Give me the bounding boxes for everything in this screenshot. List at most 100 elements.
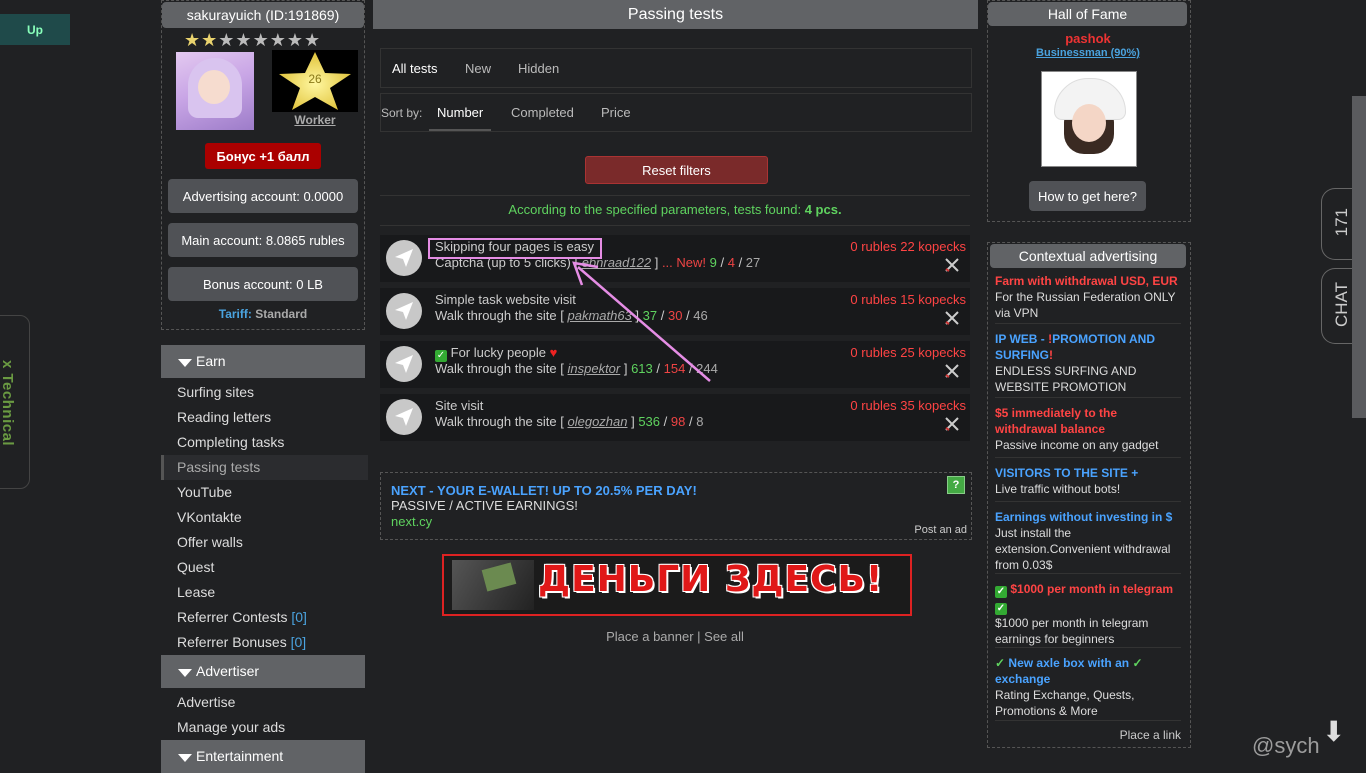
menu-item-reading-letters[interactable]: Reading letters	[161, 405, 365, 430]
banner-ad[interactable]: ДЕНЬГИ ЗДЕСЬ!	[442, 554, 912, 616]
checkmark-icon: ✓	[995, 656, 1006, 670]
test-type: Walk through the site	[435, 414, 557, 429]
context-ad-desc: $1000 per month in telegram earnings for…	[995, 616, 1149, 646]
hof-user-rank[interactable]: Businessman (90%)	[987, 47, 1189, 59]
star-icon: ★	[303, 30, 322, 50]
menu-item-count: [0]	[291, 609, 307, 625]
ad-link[interactable]: next.cy	[391, 514, 432, 529]
context-ad[interactable]: Farm with withdrawal USD, EUR For the Ru…	[995, 273, 1181, 321]
test-title: For lucky people	[450, 345, 547, 360]
how-to-get-here-button[interactable]: How to get here?	[1029, 181, 1146, 211]
ad-title[interactable]: NEXT - YOUR E-WALLET! UP TO 20.5% PER DA…	[391, 483, 697, 498]
tab-new[interactable]: New	[465, 61, 491, 76]
context-ad-title[interactable]: ✓ New axle box with an ✓ exchange	[995, 655, 1181, 687]
bonus-account-button[interactable]: Bonus account: 0 LB	[168, 267, 358, 301]
link-separator: |	[693, 629, 705, 644]
menu-item-offer-walls[interactable]: Offer walls	[161, 530, 365, 555]
menu-header-entertainment[interactable]: Entertainment	[161, 740, 365, 773]
menu-item-vkontakte[interactable]: VKontakte	[161, 505, 365, 530]
sort-completed[interactable]: Completed	[511, 105, 574, 120]
context-ad[interactable]: IP WEB - !PROMOTION AND SURFING! ENDLESS…	[995, 331, 1181, 395]
paper-plane-icon[interactable]	[386, 293, 422, 329]
context-ad-title[interactable]: Earnings without investing in $	[995, 509, 1181, 525]
menu-item-advertise[interactable]: Advertise	[161, 690, 365, 715]
place-banner-link[interactable]: Place a banner	[606, 629, 693, 644]
tab-all-tests[interactable]: All tests	[392, 61, 438, 76]
star-icon: ★	[184, 30, 202, 50]
post-ad-link[interactable]: Post an ad	[914, 524, 967, 536]
main-account-button[interactable]: Main account: 8.0865 rubles	[168, 223, 358, 257]
context-ad[interactable]: VISITORS TO THE SITE + Live traffic with…	[995, 465, 1181, 497]
context-ad[interactable]: ✓ New axle box with an ✓ exchange Rating…	[995, 655, 1181, 719]
divider	[995, 501, 1181, 502]
test-title[interactable]: Site visit	[435, 398, 483, 413]
divider	[380, 195, 970, 196]
sort-bar: Sort by: Number Completed Price	[380, 93, 972, 132]
context-ad-title[interactable]: ✓ $1000 per month in telegram ✓	[995, 581, 1181, 615]
context-ad[interactable]: Earnings without investing in $ Just ins…	[995, 509, 1181, 573]
menu-header-advertiser[interactable]: Advertiser	[161, 655, 365, 688]
context-ad-title[interactable]: VISITORS TO THE SITE +	[995, 465, 1181, 481]
menu-item-passing-tests[interactable]: Passing tests	[161, 455, 368, 480]
place-link[interactable]: Place a link	[995, 728, 1181, 742]
level-number: 26	[308, 72, 322, 86]
reset-filters-button[interactable]: Reset filters	[585, 156, 768, 184]
sort-price[interactable]: Price	[601, 105, 631, 120]
user-avatar[interactable]	[176, 52, 254, 130]
bonus-button[interactable]: Бонус +1 балл	[205, 143, 321, 169]
user-rating-stars: ★★★★★★★★	[184, 30, 321, 51]
level-name[interactable]: Worker	[272, 113, 358, 127]
menu-item-referrer-contests[interactable]: Referrer Contests [0]	[161, 605, 365, 630]
menu-item-referrer-bonuses[interactable]: Referrer Bonuses [0]	[161, 630, 365, 655]
context-ad-desc: Rating Exchange, Quests, Promotions & Mo…	[995, 688, 1135, 718]
menu-item-quest[interactable]: Quest	[161, 555, 365, 580]
hof-avatar[interactable]	[1041, 71, 1137, 167]
context-ad-desc: Passive income on any gadget	[995, 438, 1159, 452]
paper-plane-icon[interactable]	[386, 346, 422, 382]
context-ad-title[interactable]: $5 immediately to the withdrawal balance	[995, 405, 1181, 437]
tariff-value: Standard	[255, 307, 308, 321]
context-ad[interactable]: $5 immediately to the withdrawal balance…	[995, 405, 1181, 453]
paper-plane-icon[interactable]	[386, 240, 422, 276]
technical-tab[interactable]: x Technical	[0, 315, 30, 489]
test-author[interactable]: olegozhan	[567, 414, 627, 429]
test-title-wrap[interactable]: ✓ For lucky people ♥	[435, 345, 557, 362]
tab-hidden[interactable]: Hidden	[518, 61, 559, 76]
menu-item-youtube[interactable]: YouTube	[161, 480, 365, 505]
help-icon[interactable]: ?	[947, 476, 965, 494]
passed-count: 536	[638, 414, 661, 429]
arrow-down-icon: ⬇	[1322, 716, 1346, 747]
divider	[995, 647, 1181, 648]
menu-header-earn[interactable]: Earn	[161, 345, 365, 378]
hide-test-icon[interactable]	[944, 416, 960, 432]
sort-number[interactable]: Number	[437, 105, 483, 120]
context-ad-title[interactable]: IP WEB - !PROMOTION AND SURFING!	[995, 331, 1181, 363]
see-all-link[interactable]: See all	[704, 629, 744, 644]
hide-test-icon[interactable]	[944, 257, 960, 273]
menu-item-label: Referrer Contests	[177, 609, 288, 625]
menu-item-manage-ads[interactable]: Manage your ads	[161, 715, 365, 740]
test-price: 0 rubles 15 kopecks	[850, 292, 966, 307]
advertising-account-button[interactable]: Advertising account: 0.0000	[168, 179, 358, 213]
context-ad[interactable]: ✓ $1000 per month in telegram ✓ $1000 pe…	[995, 581, 1181, 647]
menu-item-lease[interactable]: Lease	[161, 580, 365, 605]
hide-test-icon[interactable]	[944, 363, 960, 379]
chevron-down-icon	[178, 359, 192, 367]
menu-item-completing-tasks[interactable]: Completing tasks	[161, 430, 365, 455]
menu-item-surfing-sites[interactable]: Surfing sites	[161, 380, 365, 405]
paper-plane-icon[interactable]	[386, 399, 422, 435]
divider	[995, 457, 1181, 458]
test-row[interactable]: Site visit Walk through the site [ olego…	[380, 394, 970, 441]
star-icon: ★	[286, 30, 304, 50]
scroll-up-button[interactable]: Up	[0, 14, 70, 45]
hide-test-icon[interactable]	[944, 310, 960, 326]
user-name[interactable]: sakurayuich (ID:191869)	[162, 2, 364, 28]
hof-user-name[interactable]: pashok	[987, 31, 1189, 46]
star-icon: ★	[201, 30, 219, 50]
divider	[995, 397, 1181, 398]
page-scrollbar[interactable]	[1352, 96, 1366, 418]
text-ad[interactable]: NEXT - YOUR E-WALLET! UP TO 20.5% PER DA…	[380, 472, 972, 540]
test-title[interactable]: Simple task website visit	[435, 292, 576, 307]
context-ad-title[interactable]: Farm with withdrawal USD, EUR	[995, 273, 1181, 289]
ad-text: PASSIVE / ACTIVE EARNINGS!	[391, 498, 578, 513]
